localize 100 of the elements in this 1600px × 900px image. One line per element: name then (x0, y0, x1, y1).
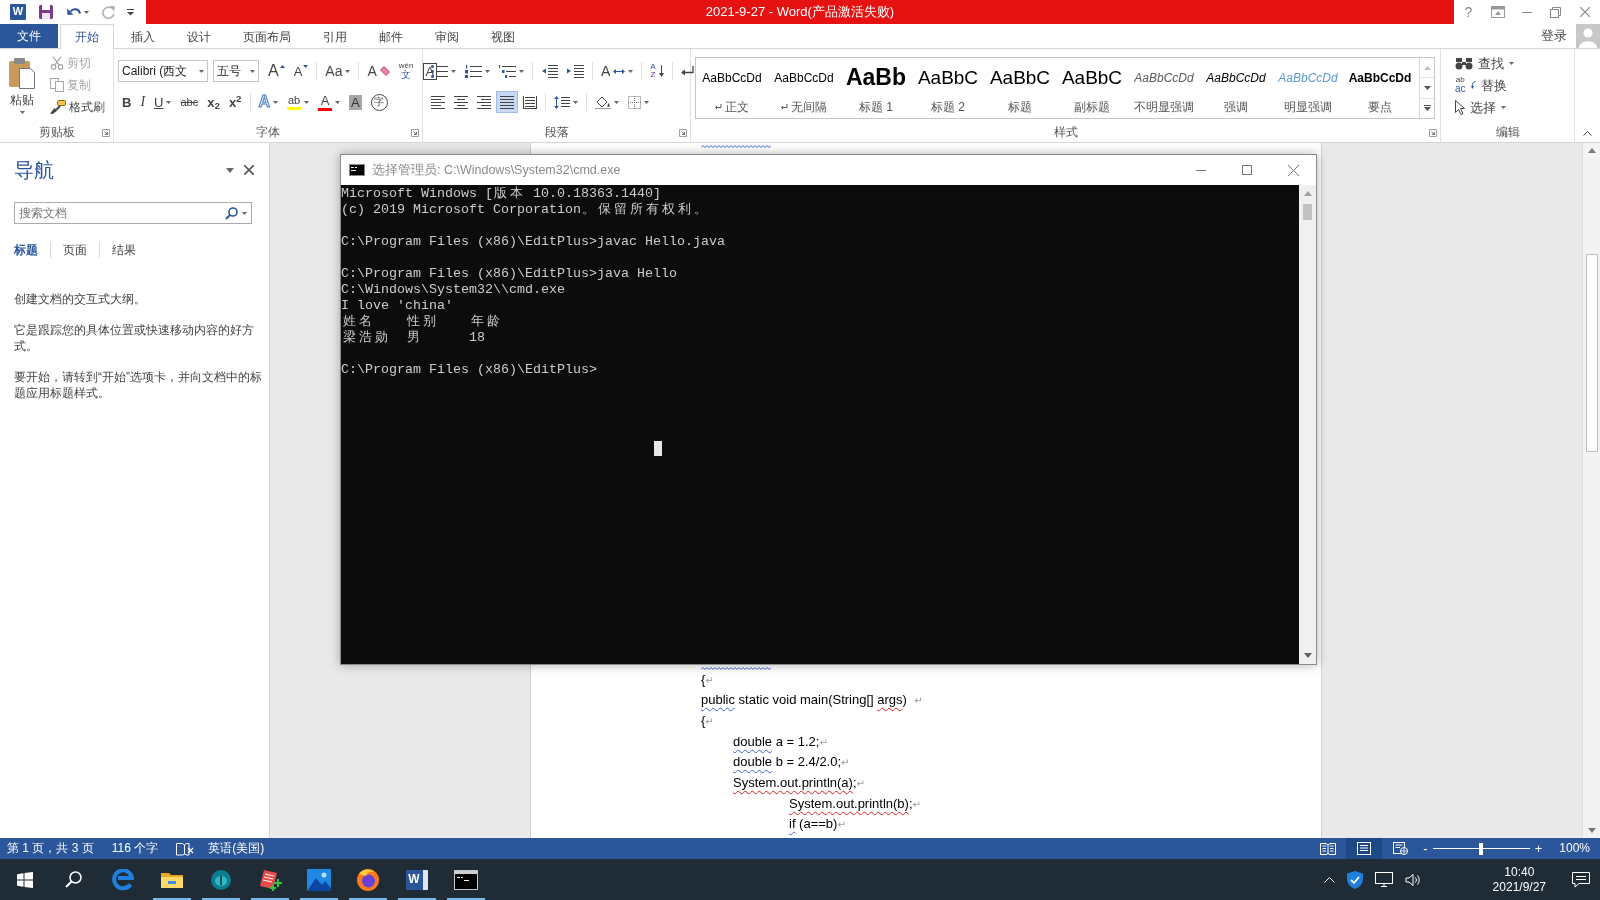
search-options-caret-icon[interactable] (242, 211, 247, 215)
save-icon[interactable] (38, 4, 54, 20)
group-label: 样式 (1053, 125, 1078, 140)
shrink-font-button[interactable]: A (289, 60, 313, 82)
ribbon-tab[interactable]: 邮件 (364, 24, 418, 49)
style-gallery-item[interactable]: AaBbCcDd 明显强调 (1272, 58, 1344, 118)
collapse-ribbon-icon[interactable] (1583, 131, 1592, 136)
clock-date[interactable]: 2021/9/27 (1492, 879, 1546, 895)
book-x-icon[interactable] (176, 841, 195, 856)
justify-icon (500, 95, 514, 109)
asian-layout-button[interactable]: A (597, 60, 638, 82)
ribbon-tab[interactable]: 开始 (60, 24, 114, 49)
numbered-list-icon (465, 64, 482, 78)
dialog-launcher-icon[interactable] (679, 128, 687, 137)
clock-time[interactable]: 10:40 (1504, 864, 1535, 880)
console-icon (349, 164, 365, 176)
zoom-level[interactable]: 100% (1559, 841, 1590, 856)
style-gallery-item[interactable]: AaBbC 标题 2 (912, 58, 984, 118)
language-indicator[interactable]: 英语(美国) (208, 841, 265, 856)
more-icon (1423, 105, 1431, 112)
close-icon[interactable] (1579, 7, 1590, 17)
ribbon-tab[interactable]: 视图 (476, 24, 530, 49)
flame-globe-icon (355, 867, 380, 892)
console-title: 选择管理员: C:\Windows\System32\cmd.exe (372, 162, 621, 178)
select-button[interactable]: 选择 (1451, 96, 1518, 118)
bold-button[interactable]: B (118, 91, 136, 113)
font-name-field[interactable]: Calibri (西文 (118, 60, 208, 82)
restore-icon[interactable] (1550, 6, 1561, 18)
style-gallery-item[interactable]: AaBbC 标题 (984, 58, 1056, 118)
notification-icon[interactable] (1572, 871, 1590, 888)
ribbon-tab[interactable]: 审阅 (420, 24, 474, 49)
scrollbar-thumb[interactable] (1303, 204, 1312, 220)
minimize-icon[interactable] (1521, 11, 1532, 13)
customize-menu-icon[interactable] (127, 8, 134, 16)
style-gallery-item[interactable]: AaBbCcDd 要点 (1344, 58, 1416, 118)
grow-font-button[interactable]: A (264, 60, 289, 82)
increase-indent-icon (567, 64, 584, 78)
paste-button[interactable]: 粘贴 (4, 52, 40, 122)
pane-tab[interactable]: 标题 (14, 242, 50, 258)
help-text: 要开始，请转到“开始”选项卡，并向文档中的标题应用标题样式。 (14, 369, 263, 401)
chevron-up-icon[interactable] (1323, 876, 1335, 883)
ribbon-tab[interactable]: 插入 (116, 24, 170, 49)
search-icon[interactable] (225, 206, 238, 220)
help-button[interactable]: ? (1454, 3, 1483, 21)
print-layout-button[interactable] (1346, 838, 1383, 859)
replace-button[interactable]: ab ac 替换 (1451, 74, 1518, 96)
speaker-icon[interactable] (1404, 872, 1421, 887)
code-line: {↵ (701, 711, 714, 730)
text-cursor-icon (654, 441, 662, 456)
clear-formatting-button[interactable]: A (363, 60, 394, 82)
italic-button[interactable]: I (136, 91, 150, 113)
sort-button[interactable]: A Z (646, 60, 668, 82)
pane-tab[interactable]: 页面 (50, 242, 99, 258)
ribbon-tab[interactable]: 引用 (308, 24, 362, 49)
subscript-button[interactable]: x$_{2}$ (203, 91, 224, 113)
word-count[interactable]: 116 个字 (111, 841, 159, 856)
find-button[interactable]: 查找 (1451, 52, 1518, 74)
dialog-launcher-icon[interactable] (102, 128, 110, 137)
console-line: 姓名 性别 年龄 (341, 314, 501, 330)
code-line: System.out.println(a);↵ (733, 773, 865, 792)
style-gallery-item[interactable]: AaBbCcDd 正文 (696, 58, 768, 118)
pane-tab[interactable]: 结果 (99, 242, 148, 258)
zoom-in-button[interactable]: + (1529, 842, 1548, 855)
style-gallery-item[interactable]: AaBbCcDd 无间隔 (768, 58, 840, 118)
style-gallery-item[interactable]: AaBbCcDd 不明显强调 (1128, 58, 1200, 118)
search-field[interactable]: 搜索文档 (14, 202, 252, 224)
style-gallery-item[interactable]: AaBbCcDd 强调 (1200, 58, 1272, 118)
file-tab[interactable]: 文件 (0, 24, 58, 48)
caret-icon (199, 69, 204, 73)
ribbon-tab[interactable]: 设计 (172, 24, 226, 49)
highlight-button[interactable]: ab (283, 91, 314, 113)
strikethrough-button[interactable]: abc (176, 91, 203, 113)
font-size-field[interactable]: 五号 (213, 60, 259, 82)
sign-in-link[interactable]: 登录 (1541, 28, 1567, 44)
justify-button[interactable] (496, 91, 518, 113)
copy-icon (50, 78, 64, 92)
change-case-button[interactable]: Aa (321, 60, 355, 82)
font-color-button[interactable]: A (314, 91, 345, 113)
style-gallery-item[interactable]: AaBbC 副标题 (1056, 58, 1128, 118)
underline-button[interactable]: U (150, 91, 176, 113)
dialog-launcher-icon[interactable] (1429, 128, 1437, 137)
zoom-out-button[interactable]: - (1418, 842, 1433, 855)
decrease-indent-icon (541, 64, 558, 78)
shield-icon[interactable] (1346, 870, 1363, 889)
page-count[interactable]: 第 1 页，共 3 页 (7, 841, 94, 856)
increase-arrow-icon (279, 65, 285, 68)
superscript-button[interactable]: x$^{2}$ (224, 91, 246, 113)
scrollbar-thumb[interactable] (1585, 254, 1598, 452)
ribbon-display-options-icon[interactable] (1490, 6, 1505, 18)
style-gallery-item[interactable]: AaBb 标题 1 (840, 58, 912, 118)
dropdown-icon[interactable] (226, 167, 234, 173)
align-center-icon (454, 95, 468, 109)
format-painter-button[interactable]: 格式刷 (46, 96, 109, 118)
monitor-icon[interactable] (1374, 872, 1393, 887)
zoom-slider-thumb[interactable] (1479, 842, 1484, 855)
ribbon-tab[interactable]: 页面布局 (228, 24, 306, 49)
phonetic-guide-button[interactable]: wén 文 (394, 60, 418, 82)
close-icon[interactable] (244, 165, 254, 175)
character-shading-button[interactable]: A (345, 91, 366, 113)
dialog-launcher-icon[interactable] (411, 128, 419, 137)
